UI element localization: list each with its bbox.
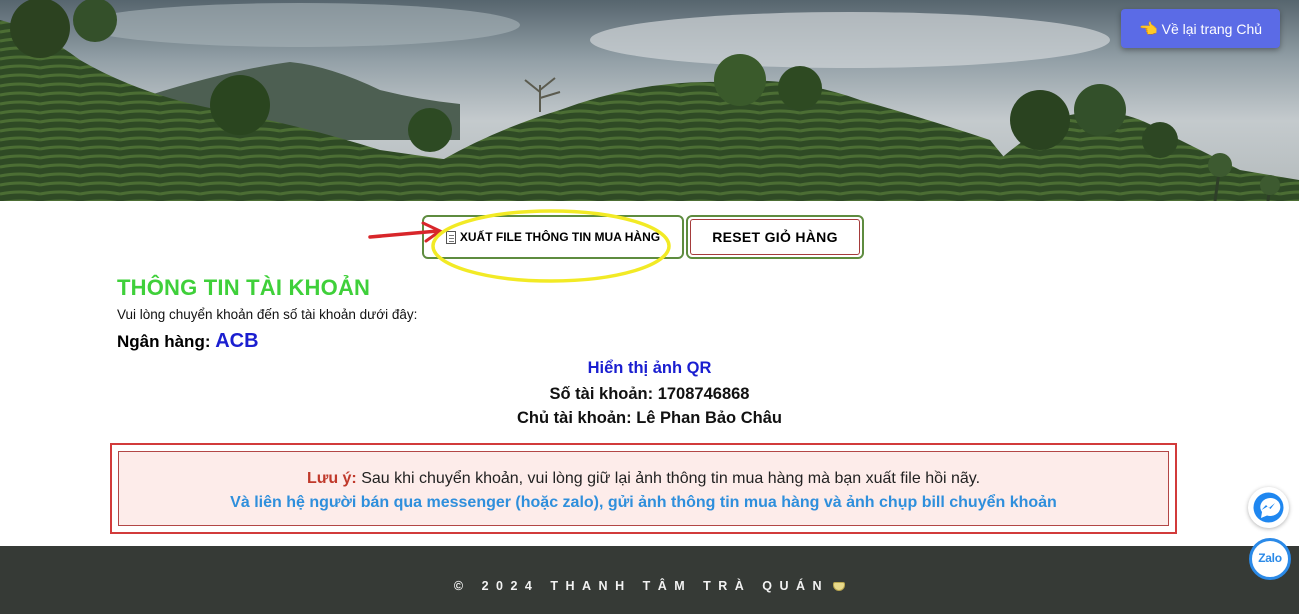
note-line-1: Lưu ý: Sau khi chuyển khoản, vui lòng gi…: [119, 470, 1168, 488]
footer-text: © 2024 THANH TÂM TRÀ QUÁN: [453, 579, 830, 593]
account-info-subtitle: Vui lòng chuyển khoản đến số tài khoản d…: [117, 307, 418, 322]
pointing-hand-icon: 👈: [1138, 20, 1158, 38]
note-box: Lưu ý: Sau khi chuyển khoản, vui lòng gi…: [110, 443, 1177, 534]
account-owner-row: Chủ tài khoản: Lê Phan Bảo Châu: [0, 409, 1299, 428]
tea-hills-image: [0, 0, 1299, 201]
bank-name: ACB: [215, 330, 259, 352]
document-icon: [445, 230, 456, 244]
note-label: Lưu ý:: [306, 470, 357, 487]
home-button[interactable]: 👈 Về lại trang Chủ: [1121, 9, 1280, 48]
bank-label: Ngân hàng:: [117, 332, 211, 351]
zalo-label: Zalo: [1258, 551, 1282, 565]
export-file-button[interactable]: XUẤT FILE THÔNG TIN MUA HÀNG: [426, 219, 680, 255]
show-qr-link[interactable]: Hiển thị ảnh QR: [0, 359, 1299, 378]
account-owner-value: Lê Phan Bảo Châu: [636, 409, 782, 427]
tea-cup-icon: [833, 582, 846, 592]
note-text: Sau khi chuyển khoản, vui lòng giữ lại ả…: [361, 470, 981, 487]
footer: © 2024 THANH TÂM TRÀ QUÁN: [0, 546, 1299, 614]
bank-row: Ngân hàng: ACB: [117, 330, 259, 353]
account-number-label: Số tài khoản:: [549, 385, 654, 403]
account-number-value: 1708746868: [657, 385, 750, 403]
messenger-button[interactable]: [1248, 487, 1289, 528]
zalo-button[interactable]: Zalo: [1249, 538, 1291, 580]
note-box-inner: Lưu ý: Sau khi chuyển khoản, vui lòng gi…: [118, 451, 1169, 526]
home-button-label: Về lại trang Chủ: [1161, 20, 1263, 37]
export-file-label: XUẤT FILE THÔNG TIN MUA HÀNG: [459, 230, 661, 244]
export-file-button-frame: XUẤT FILE THÔNG TIN MUA HÀNG: [422, 215, 684, 259]
note-line-2: Và liên hệ người bán qua messenger (hoặc…: [230, 494, 1057, 511]
reset-cart-button[interactable]: RESET GIỎ HÀNG: [690, 219, 860, 255]
account-number-row: Số tài khoản: 1708746868: [0, 385, 1299, 404]
messenger-icon: [1253, 492, 1284, 523]
account-info-title: THÔNG TIN TÀI KHOẢN: [117, 275, 371, 300]
hero-banner: 👈 Về lại trang Chủ: [0, 0, 1299, 201]
footer-copyright: © 2024 THANH TÂM TRÀ QUÁN: [0, 579, 1299, 593]
reset-cart-button-frame: RESET GIỎ HÀNG: [686, 215, 864, 259]
reset-cart-label: RESET GIỎ HÀNG: [712, 229, 838, 245]
account-owner-label: Chủ tài khoản:: [517, 409, 632, 427]
